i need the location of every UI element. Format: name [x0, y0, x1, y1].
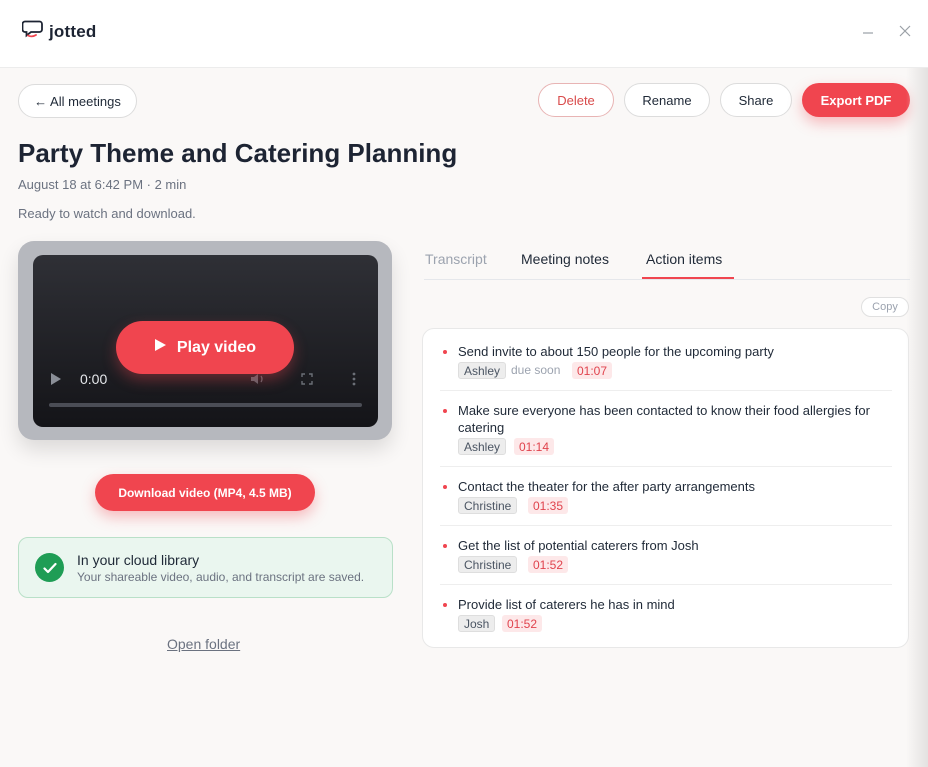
timestamp-tag[interactable]: 01:07 [572, 362, 613, 379]
tab-transcript[interactable]: Transcript [425, 251, 487, 267]
cloud-title: In your cloud library [77, 552, 200, 568]
video-time: 0:00 [80, 371, 108, 387]
page-title: Party Theme and Catering Planning [18, 138, 458, 168]
share-button[interactable]: Share [720, 83, 792, 117]
title-bar: jotted [0, 0, 928, 68]
action-item-text: Provide list of caterers he has in mind [458, 597, 675, 612]
check-icon [35, 553, 64, 582]
timestamp-tag[interactable]: 01:52 [528, 556, 569, 573]
tabs-divider [424, 279, 910, 280]
open-folder-link[interactable]: Open folder [167, 636, 240, 652]
divider [440, 584, 892, 585]
copy-button[interactable]: Copy [861, 297, 909, 317]
chat-logo-icon [21, 19, 44, 44]
timestamp-tag[interactable]: 01:35 [528, 497, 569, 514]
download-video-button[interactable]: Download video (MP4, 4.5 MB) [95, 474, 315, 511]
divider [440, 525, 892, 526]
timestamp-tag[interactable]: 01:52 [502, 615, 543, 632]
rename-button[interactable]: Rename [624, 83, 710, 117]
play-video-label: Play video [176, 338, 257, 356]
minimize-icon[interactable] [857, 20, 879, 42]
bullet-dot [443, 485, 447, 489]
cloud-subtitle: Your shareable video, audio, and transcr… [77, 570, 365, 584]
app-logo: jotted [21, 19, 97, 44]
person-tag: Ashley [458, 362, 507, 379]
delete-button[interactable]: Delete [538, 83, 614, 117]
fullscreen-icon[interactable] [298, 370, 316, 388]
action-item-text: Contact the theater for the after party … [458, 479, 755, 494]
edge-shadow [906, 68, 928, 767]
play-video-button[interactable]: Play video [116, 321, 294, 374]
play-icon [154, 338, 167, 357]
close-icon[interactable] [894, 20, 916, 42]
divider [440, 466, 892, 467]
person-tag: Josh [458, 615, 496, 632]
bullet-dot [443, 603, 447, 607]
tab-meeting-notes[interactable]: Meeting notes [521, 251, 609, 267]
person-tag: Christine [458, 556, 518, 573]
bullet-dot [443, 409, 447, 413]
bullet-dot [443, 350, 447, 354]
person-tag: Christine [458, 497, 518, 514]
more-vertical-icon[interactable] [346, 370, 362, 388]
divider [440, 390, 892, 391]
timestamp-tag[interactable]: 01:14 [514, 438, 555, 455]
status-text: Ready to watch and download. [18, 206, 196, 221]
video-progress-bar[interactable] [49, 403, 362, 407]
bullet-dot [443, 544, 447, 548]
person-tag: Ashley [458, 438, 507, 455]
meeting-meta: August 18 at 6:42 PM · 2 min [18, 177, 187, 192]
active-tab-indicator [642, 277, 734, 279]
export-pdf-button[interactable]: Export PDF [802, 83, 910, 117]
all-meetings-button[interactable]: ← All meetings [18, 84, 137, 118]
tab-action-items[interactable]: Action items [646, 251, 722, 267]
action-item-text: Make sure everyone has been contacted to… [458, 403, 870, 435]
app-name: jotted [49, 21, 97, 41]
action-item-text: Get the list of potential caterers from … [458, 538, 699, 553]
action-item-text: Send invite to about 150 people for the … [458, 344, 774, 359]
due-soon-label: due soon [511, 363, 561, 377]
cloud-library-notice [18, 537, 393, 598]
play-icon[interactable] [48, 370, 64, 388]
